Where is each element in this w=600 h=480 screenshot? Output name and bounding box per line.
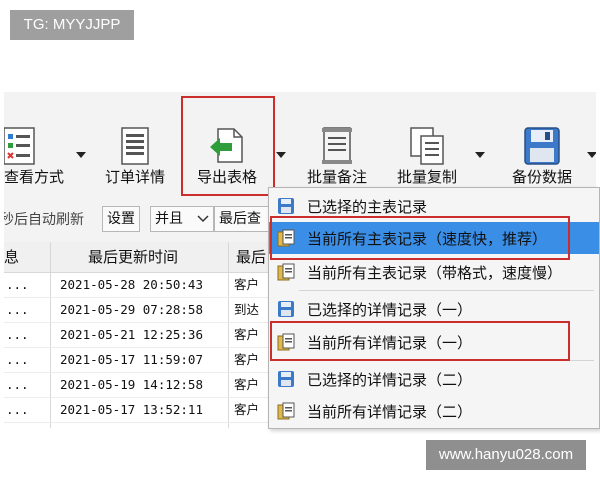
- column-header-info[interactable]: 息: [4, 242, 44, 273]
- row-info: ...: [6, 327, 29, 342]
- combine-select-value: 并且: [155, 211, 183, 227]
- document-stack-icon: [277, 402, 295, 424]
- column-header-last[interactable]: 最后: [236, 242, 272, 273]
- annotation-box-export: [181, 96, 275, 196]
- row-update-time: 2021-05-29 07:28:58: [60, 302, 203, 317]
- menu-item-label: 已选择的主表记录: [307, 198, 428, 216]
- annotation-box-fast-export: [270, 216, 570, 260]
- combine-select[interactable]: 并且: [150, 206, 214, 232]
- table-row[interactable]: ... 2021-05-19 14:12:58 客户: [4, 373, 272, 398]
- batch-remark-label: 批量备注: [306, 168, 367, 186]
- export-table-dropdown-arrow[interactable]: [276, 152, 286, 158]
- settings-button[interactable]: 设置: [102, 206, 140, 232]
- row-update-time: 2021-05-17 11:59:07: [60, 352, 203, 367]
- row-update-time: 2021-05-17 13:52:11: [60, 402, 203, 417]
- order-details-label: 订单详情: [104, 168, 165, 186]
- floppy-disk-icon: [277, 300, 295, 322]
- menu-separator: [299, 290, 594, 291]
- menu-item-all-detail-records-2[interactable]: 当前所有详情记录（二）: [269, 395, 599, 427]
- batch-copy-icon: [409, 126, 445, 170]
- row-status: 客户: [234, 402, 260, 417]
- table-row[interactable]: ... 2021-05-28 20:50:43 客户: [4, 273, 272, 298]
- refresh-row: 秒后自动刷新 设置 并且 最后查: [4, 205, 283, 233]
- row-info: ...: [6, 277, 29, 292]
- order-details-icon: [120, 126, 150, 170]
- backup-data-dropdown-arrow[interactable]: [587, 152, 596, 158]
- menu-item-label: 已选择的详情记录（二）: [307, 371, 473, 389]
- view-mode-icon: [4, 126, 36, 170]
- order-details-button[interactable]: 订单详情: [96, 92, 174, 192]
- menu-item-label: 当前所有详情记录（二）: [307, 403, 473, 421]
- row-update-time: 2021-05-21 12:25:36: [60, 327, 203, 342]
- batch-remark-button[interactable]: 批量备注: [298, 92, 376, 192]
- view-mode-button[interactable]: 查看方式: [4, 92, 64, 192]
- menu-item-label: 已选择的详情记录（一）: [307, 301, 473, 319]
- view-mode-label: 查看方式: [4, 168, 64, 186]
- batch-remark-icon: [320, 126, 354, 170]
- backup-data-button[interactable]: 备份数据: [500, 92, 584, 192]
- chevron-down-icon: [197, 207, 209, 239]
- table-row[interactable]: ... 2021-05-17 13:52:11 客户: [4, 398, 272, 423]
- table-row[interactable]: ... 2021-05-21 12:25:36 客户: [4, 323, 272, 348]
- view-mode-dropdown-arrow[interactable]: [76, 152, 86, 158]
- menu-item-selected-detail-records-2[interactable]: 已选择的详情记录（二）: [269, 363, 599, 395]
- overlay-tag: TG: MYYJJPP: [10, 10, 134, 40]
- annotation-box-detail-export: [270, 321, 570, 361]
- menu-item-label: 当前所有主表记录（带格式，速度慢）: [307, 264, 563, 282]
- column-header-last-update[interactable]: 最后更新时间: [88, 242, 228, 273]
- row-info: ...: [6, 377, 29, 392]
- floppy-disk-icon: [523, 126, 561, 170]
- row-status: 客户: [234, 277, 260, 292]
- row-info: ...: [6, 352, 29, 367]
- batch-copy-button[interactable]: 批量复制: [388, 92, 466, 192]
- document-stack-icon: [277, 263, 295, 285]
- row-status: 到达: [234, 302, 260, 317]
- backup-data-label: 备份数据: [511, 168, 572, 186]
- table-row[interactable]: ... 2021-05-17 11:59:07 客户: [4, 348, 272, 373]
- menu-item-all-main-records-formatted[interactable]: 当前所有主表记录（带格式，速度慢）: [269, 256, 599, 288]
- floppy-disk-icon: [277, 370, 295, 392]
- batch-copy-label: 批量复制: [396, 168, 457, 186]
- auto-refresh-label: 秒后自动刷新: [4, 212, 84, 228]
- batch-copy-dropdown-arrow[interactable]: [475, 152, 485, 158]
- row-status: 客户: [234, 377, 260, 392]
- site-watermark: www.hanyu028.com: [426, 440, 586, 470]
- row-info: ...: [6, 402, 29, 417]
- row-status: 客户: [234, 352, 260, 367]
- row-update-time: 2021-05-28 20:50:43: [60, 277, 203, 292]
- row-info: ...: [6, 302, 29, 317]
- order-table: 息 最后更新时间 最后 ... 2021-05-28 20:50:43 客户 .…: [4, 242, 272, 428]
- row-update-time: 2021-05-19 14:12:58: [60, 377, 203, 392]
- row-status: 客户: [234, 327, 260, 342]
- table-row[interactable]: ... 2021-05-29 07:28:58 到达: [4, 298, 272, 323]
